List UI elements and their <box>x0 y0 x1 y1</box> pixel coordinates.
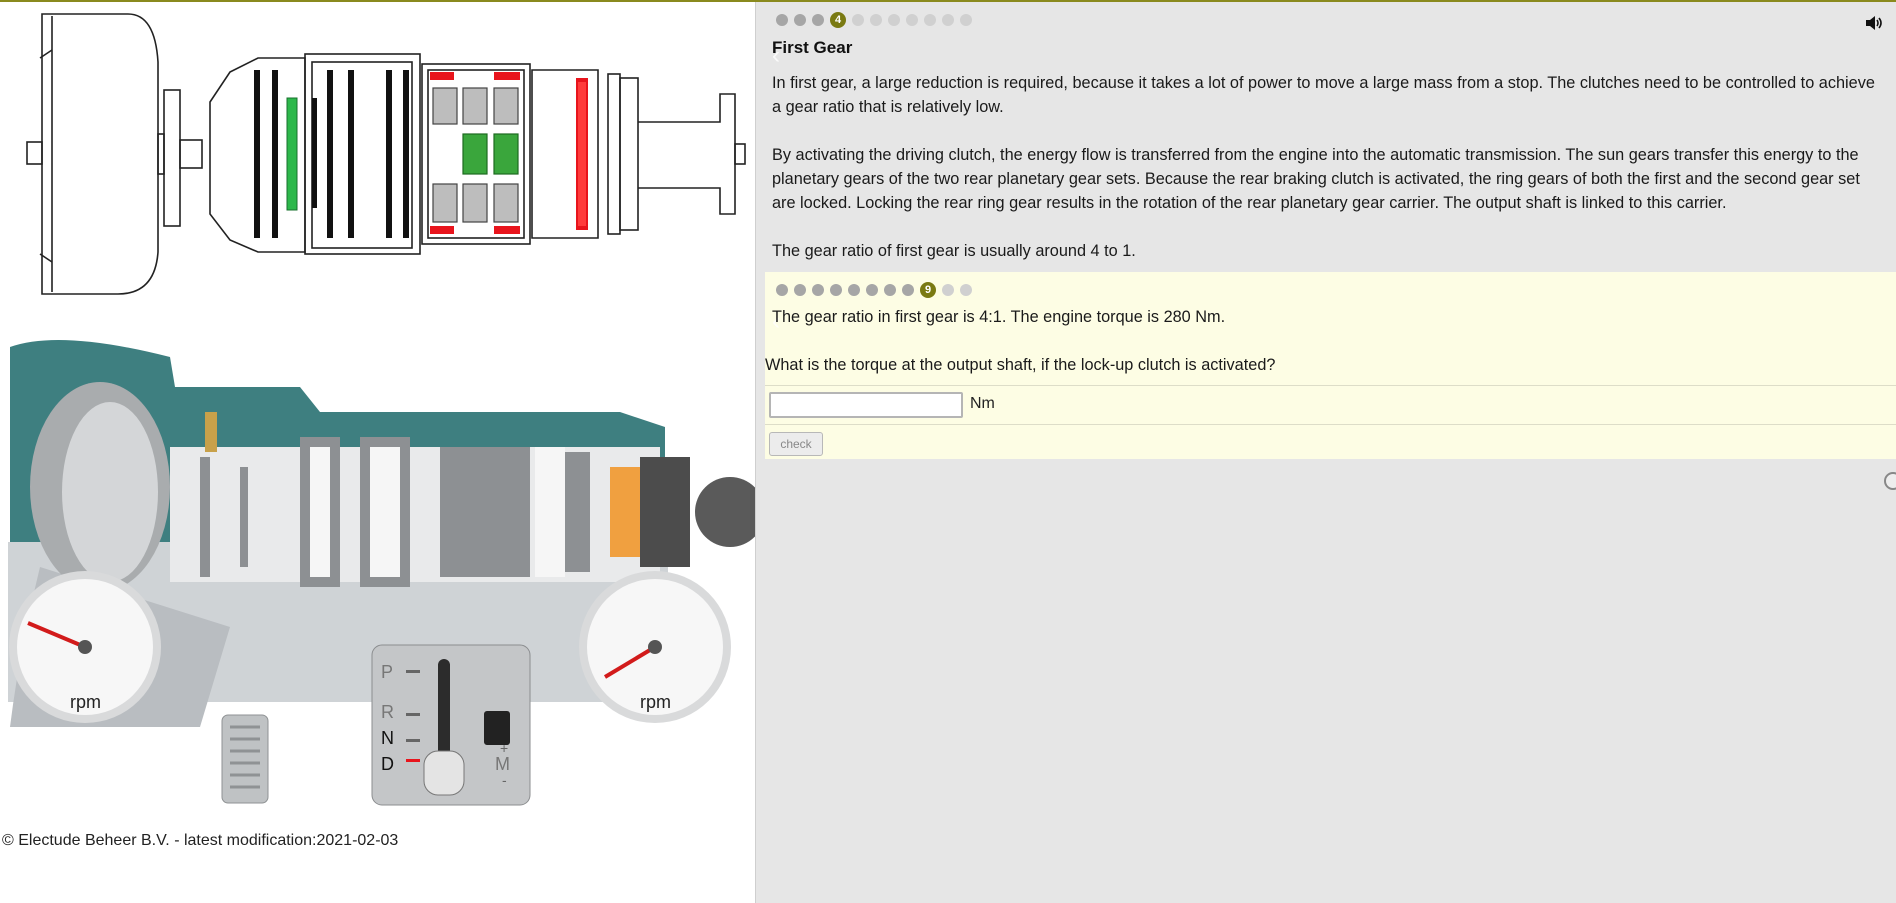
progress-dot[interactable] <box>870 14 882 26</box>
progress-dot[interactable] <box>960 14 972 26</box>
lesson-pane: 4 ‹ First Gear In first gear, a large re… <box>756 2 1896 903</box>
progress-dot[interactable] <box>830 284 842 296</box>
progress-dot-current[interactable]: 9 <box>920 282 936 298</box>
answer-row: Nm <box>765 385 1896 425</box>
gear-position-p[interactable]: P <box>381 662 393 683</box>
lesson-progress-dots: 4 <box>776 12 972 28</box>
lesson-paragraph: By activating the driving clutch, the en… <box>772 146 1860 212</box>
gear-manual-minus[interactable]: - <box>502 772 507 788</box>
progress-dot-current[interactable]: 4 <box>830 12 846 28</box>
illustration-pane: rpm rpm P R N D + M - © Electude Beheer … <box>0 2 755 903</box>
page-title: First Gear <box>772 38 853 57</box>
transmission-schematic <box>26 13 746 295</box>
copyright-notice: © Electude Beheer B.V. - latest modifica… <box>2 832 399 849</box>
question-text: What is the torque at the output shaft, … <box>765 356 1276 374</box>
progress-dot[interactable] <box>924 14 936 26</box>
answer-unit: Nm <box>970 395 995 412</box>
progress-dot[interactable] <box>942 284 954 296</box>
progress-dot[interactable] <box>866 284 878 296</box>
lesson-paragraph: In first gear, a large reduction is requ… <box>772 74 1875 116</box>
speaker-icon[interactable] <box>1864 14 1884 32</box>
progress-dot[interactable] <box>794 284 806 296</box>
gear-position-r[interactable]: R <box>381 702 394 723</box>
progress-dot[interactable] <box>794 14 806 26</box>
side-panel-toggle-icon[interactable] <box>1884 472 1896 490</box>
progress-dot[interactable] <box>812 14 824 26</box>
question-text: The gear ratio in first gear is 4:1. The… <box>772 308 1226 326</box>
gauge-unit-left: rpm <box>70 692 101 712</box>
progress-dot[interactable] <box>884 284 896 296</box>
progress-dot[interactable] <box>852 14 864 26</box>
progress-dot[interactable] <box>902 284 914 296</box>
gear-position-d[interactable]: D <box>381 754 394 775</box>
exercise-progress-dots: 9 <box>776 282 972 298</box>
lesson-paragraph: The gear ratio of first gear is usually … <box>772 242 1136 260</box>
progress-dot[interactable] <box>776 14 788 26</box>
progress-dot[interactable] <box>960 284 972 296</box>
transmission-cutaway-photo <box>8 339 755 806</box>
progress-dot[interactable] <box>812 284 824 296</box>
progress-dot[interactable] <box>776 284 788 296</box>
gauge-unit-right: rpm <box>640 692 671 712</box>
exercise-panel: 9 ‹ The gear ratio in first gear is 4:1.… <box>765 272 1896 459</box>
progress-dot[interactable] <box>906 14 918 26</box>
progress-dot[interactable] <box>942 14 954 26</box>
check-button[interactable]: check <box>769 432 823 456</box>
progress-dot[interactable] <box>848 284 860 296</box>
gear-position-n[interactable]: N <box>381 728 394 749</box>
answer-input[interactable] <box>769 392 963 418</box>
progress-dot[interactable] <box>888 14 900 26</box>
